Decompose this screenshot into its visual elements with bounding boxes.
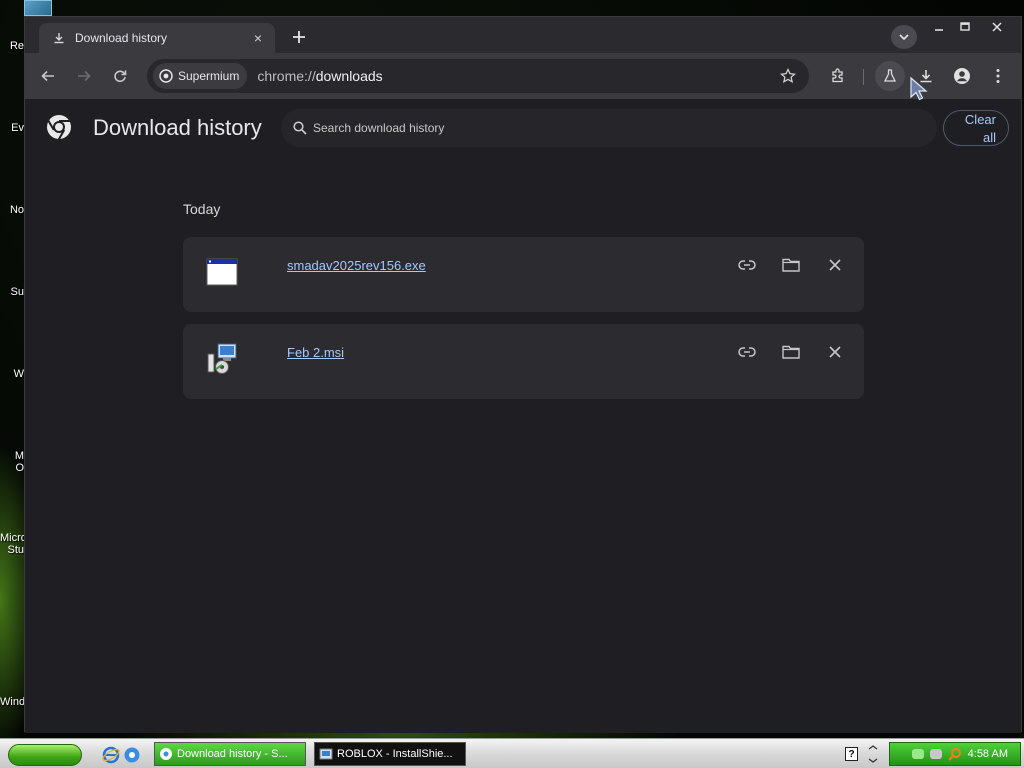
internet-explorer-icon[interactable] <box>102 746 120 764</box>
desktop-icon-label[interactable]: W <box>0 368 24 380</box>
remove-item-button[interactable] <box>821 338 849 366</box>
copy-link-button[interactable] <box>733 338 761 366</box>
folder-icon <box>782 345 800 359</box>
browser-window: Download history × Supermium chrome://do… <box>24 16 1022 733</box>
kebab-menu-icon <box>996 69 1000 83</box>
show-in-folder-button[interactable] <box>777 251 805 279</box>
desktop-icon-label[interactable]: Re <box>0 40 24 52</box>
desktop-icon-label[interactable]: M <box>0 450 24 462</box>
menu-button[interactable] <box>983 61 1013 91</box>
page-title: Download history <box>93 115 262 140</box>
taskbar-item-label: Download history - S... <box>177 748 288 760</box>
folder-icon <box>782 258 800 272</box>
taskbar: Download history - S... ROBLOX - Install… <box>0 738 1024 768</box>
desktop-icon-label[interactable]: Stu <box>0 544 24 556</box>
tray-expand-icon[interactable] <box>867 745 879 763</box>
search-box[interactable] <box>281 109 937 147</box>
arrow-left-icon <box>41 70 54 82</box>
maximize-icon <box>960 22 970 31</box>
desktop-shortcut-thumbnail[interactable] <box>24 0 52 16</box>
search-icon <box>293 121 307 135</box>
network-icon[interactable] <box>911 749 924 759</box>
toolbar-divider <box>863 69 864 85</box>
bookmark-button[interactable] <box>777 65 799 87</box>
profile-button[interactable] <box>947 61 977 91</box>
remove-item-button[interactable] <box>821 251 849 279</box>
desktop-icon-label[interactable]: No <box>0 204 24 216</box>
show-in-folder-button[interactable] <box>777 338 805 366</box>
system-tray: 4:58 AM <box>889 742 1021 766</box>
download-file-link[interactable]: Feb 2.msi <box>287 345 344 360</box>
search-tray-icon[interactable] <box>947 747 962 761</box>
close-window-button[interactable] <box>983 17 1011 37</box>
labs-button[interactable] <box>875 61 905 91</box>
msi-installer-icon <box>207 343 237 374</box>
start-button[interactable] <box>8 744 82 766</box>
url-host: downloads <box>315 68 383 84</box>
forward-button[interactable] <box>69 61 99 91</box>
extensions-button[interactable] <box>823 61 853 91</box>
flask-icon <box>883 69 897 82</box>
site-info-chip[interactable]: Supermium <box>153 63 248 89</box>
clear-all-button[interactable]: Clear all <box>943 110 1009 146</box>
download-icon <box>53 31 67 45</box>
tab-strip: Download history × <box>25 17 1021 53</box>
minimize-icon <box>935 29 943 31</box>
close-icon <box>829 346 841 358</box>
minimize-button[interactable] <box>925 17 953 37</box>
browser-logo-icon <box>159 747 173 761</box>
address-bar[interactable]: Supermium chrome://downloads <box>147 59 809 93</box>
taskbar-item-download-history[interactable]: Download history - S... <box>154 742 306 766</box>
desktop-icon-label[interactable]: Su <box>0 286 24 298</box>
download-file-link[interactable]: smadav2025rev156.exe <box>287 258 426 273</box>
plus-icon <box>293 31 305 43</box>
reload-button[interactable] <box>105 61 135 91</box>
chevron-down-icon <box>899 34 909 41</box>
star-icon <box>780 68 796 83</box>
url-text: chrome://downloads <box>257 68 382 84</box>
tab-close-icon[interactable]: × <box>249 29 267 47</box>
site-info-label: Supermium <box>178 69 240 83</box>
download-item: Feb 2.msi <box>183 324 864 399</box>
close-icon <box>992 22 1002 32</box>
desktop-icon-label[interactable]: Ev <box>0 122 24 134</box>
url-scheme: chrome:// <box>257 68 316 84</box>
copy-link-button[interactable] <box>733 251 761 279</box>
browser-logo-icon <box>47 115 71 141</box>
tab-search-button[interactable] <box>891 25 917 49</box>
arrow-right-icon <box>78 70 91 82</box>
taskbar-item-label: ROBLOX - InstallShie... <box>337 748 453 760</box>
desktop-icon-label[interactable]: Wind <box>0 696 24 708</box>
browser-logo-icon <box>159 69 173 83</box>
date-section-label: Today <box>183 201 221 217</box>
downloads-page: Download history Clear all Today smadav2… <box>25 99 1021 733</box>
desktop-icon-label[interactable]: O <box>0 462 24 474</box>
reload-icon <box>114 70 127 83</box>
maximize-button[interactable] <box>951 17 979 37</box>
search-input[interactable] <box>313 121 937 135</box>
download-item: smadav2025rev156.exe <box>183 237 864 312</box>
new-tab-button[interactable] <box>287 25 311 49</box>
installer-icon <box>319 747 333 761</box>
page-header: Download history Clear all <box>25 99 1021 157</box>
tab-download-history[interactable]: Download history × <box>39 23 275 53</box>
link-icon <box>738 347 756 357</box>
avatar-icon <box>954 68 970 84</box>
mouse-cursor-icon <box>910 76 928 101</box>
desktop-icon-label[interactable]: Micro <box>0 532 24 544</box>
help-icon[interactable]: ? <box>845 747 858 761</box>
back-button[interactable] <box>33 61 63 91</box>
browser-toolbar: Supermium chrome://downloads <box>25 53 1021 99</box>
taskbar-item-installshield[interactable]: ROBLOX - InstallShie... <box>314 742 466 766</box>
puzzle-icon <box>832 68 843 83</box>
browser-quicklaunch-icon[interactable] <box>123 746 141 764</box>
clock[interactable]: 4:58 AM <box>968 748 1008 760</box>
tab-title: Download history <box>75 31 168 45</box>
link-icon <box>738 260 756 270</box>
exe-window-icon <box>206 258 238 286</box>
tray-app-icon[interactable] <box>929 749 942 759</box>
close-icon <box>829 259 841 271</box>
